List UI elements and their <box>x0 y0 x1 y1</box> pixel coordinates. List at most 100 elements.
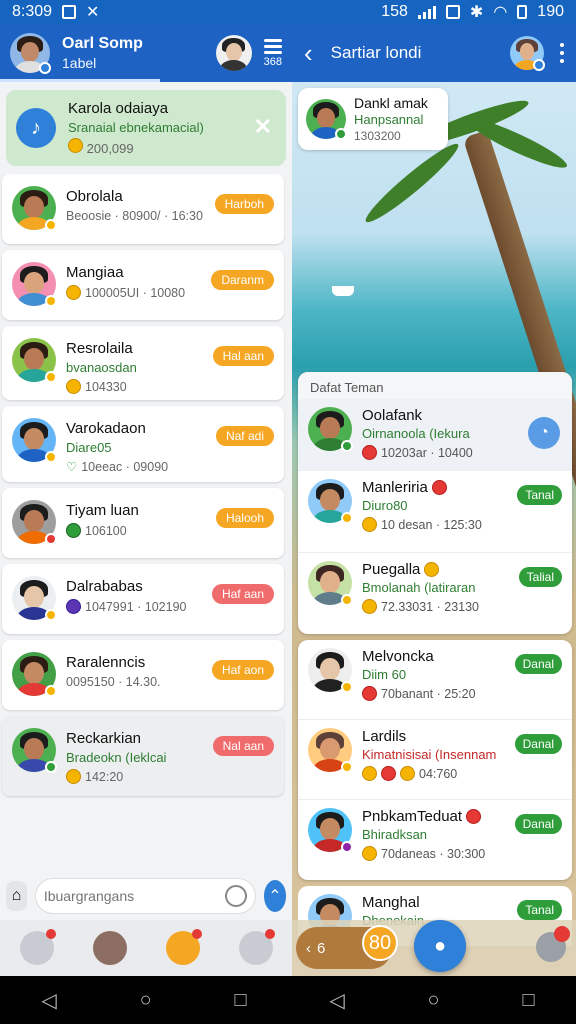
more-options-icon[interactable] <box>560 43 564 63</box>
back-pill-button[interactable]: ‹ 6 80 <box>296 925 398 969</box>
profile-fab-button[interactable]: ● <box>414 920 466 972</box>
chat-row[interactable]: Obrolala Beoosie · 80900/ · 16:30 Harboh <box>2 174 284 244</box>
chat-meta: 10eeac · 09090 <box>81 459 169 474</box>
search-input[interactable] <box>34 878 256 914</box>
friend-row[interactable]: Manleriria Diuro80 10 desan · 125:30 Tanal <box>298 471 572 553</box>
menu-icon <box>264 38 282 54</box>
friend-row[interactable]: PnbkamTeduat Bhiradksan 70daneas · 30:300 … <box>298 800 572 880</box>
chat-meta: Beoosie · 80900/ · 16:30 <box>66 209 203 223</box>
friend-meta: 04:760 <box>419 766 458 781</box>
friend-name: Puegalla <box>362 561 421 578</box>
status-badge: Halooh <box>215 508 274 528</box>
status-badge: Talial <box>518 567 562 587</box>
left-header: Oarl Somp 1abel 368 <box>0 24 292 82</box>
home-nav-icon[interactable]: ○ <box>140 989 152 1012</box>
camera-icon[interactable] <box>224 885 247 907</box>
back-nav-icon-2[interactable]: ◁ <box>329 988 344 1013</box>
highlight-sub: Sranaial ebnekamacial) <box>68 120 204 135</box>
status-badge: Haf aan <box>211 584 274 604</box>
chat-row[interactable]: Raralenncis 0095150 · 14.30. Haf aon <box>2 640 284 710</box>
contacts-icon[interactable] <box>536 926 570 962</box>
friend-row[interactable]: Lardils Kimatnisisai (Insennam 04:760 Dana… <box>298 720 572 800</box>
pinned-sub: Hanpsannal <box>354 112 424 127</box>
status-badge: Haf aon <box>211 660 274 680</box>
count-badge: 80 <box>362 925 398 961</box>
chevron-left-icon: ‹ <box>306 939 311 957</box>
status-time-secondary: 158 <box>381 3 408 20</box>
notifications-icon[interactable] <box>19 929 56 965</box>
close-icon[interactable]: ✕ <box>254 114 272 140</box>
status-badge: Danal <box>514 814 562 834</box>
chat-row[interactable]: Reckarkian Bradeokn (Ieklcai 142:20 Nal aa… <box>2 716 284 796</box>
nav-avatar[interactable] <box>92 931 127 965</box>
menu-button[interactable]: 368 <box>264 38 282 68</box>
contact-avatar[interactable] <box>215 35 252 71</box>
conversation-title: Sartiar londi <box>330 43 422 62</box>
status-badge: Tanal <box>517 485 562 505</box>
status-battery-text: 190 <box>537 3 564 20</box>
highlight-meta: 200,099 <box>86 141 134 156</box>
chat-row[interactable]: Resrolaila bvanaosdan 104330 Hal aan <box>2 326 284 400</box>
battery-icon <box>517 5 528 19</box>
friend-row[interactable]: Oolafank Oirnanoola (Iekura 10203ar · 1040… <box>298 399 572 471</box>
signal-icon <box>417 5 436 19</box>
composer-bar: ⌂ ⌃ <box>0 872 292 920</box>
friend-name: Manleriria <box>362 479 428 496</box>
friend-meta: 70banant · 25:20 <box>381 686 476 701</box>
friends-list-title: Dafat Teman <box>298 372 572 399</box>
chat-row[interactable]: Varokadaon Diare05 ♡ 10eeac · 09090 Naf adi <box>2 406 284 482</box>
status-badge: Daranm <box>211 270 274 290</box>
friends-list-secondary: Melvoncka Diim 60 70banant · 25:20 Danal L… <box>298 640 572 880</box>
status-badge: Danal <box>514 734 562 754</box>
status-time: 8:309 <box>12 3 53 20</box>
person-icon: ● <box>433 934 447 957</box>
system-navigation-bar: ◁ ○ □ ◁ ○ □ <box>0 976 576 1024</box>
message-input[interactable] <box>43 888 225 904</box>
friend-row[interactable]: Melvoncka Diim 60 70banant · 25:20 Danal <box>298 640 572 720</box>
friend-meta: 72.33031 · 23130 <box>381 599 480 614</box>
home-icon[interactable]: ⌂ <box>6 881 27 911</box>
friend-meta: 10 desan · 125:30 <box>381 517 482 532</box>
chat-row[interactable]: Mangiaa 100005UI · 10080 Daranm <box>2 250 284 320</box>
chat-bubble-icon[interactable]: ◔ <box>528 417 560 449</box>
conversation-avatar[interactable] <box>510 36 545 71</box>
chat-list-pane: Oarl Somp 1abel 368 ♪ Karola odaiaya Sra… <box>0 24 292 976</box>
status-badge: Harboh <box>214 194 274 214</box>
friend-meta: 70daneas · 30:300 <box>381 846 486 861</box>
emoji-icon <box>68 138 83 153</box>
status-badge: Naf adi <box>215 426 274 446</box>
chat-meta: 100005UI · 10080 <box>85 285 186 300</box>
friend-row[interactable]: Puegalla Bmolanah (latiraran 72.33031 · 23… <box>298 553 572 634</box>
wifi-icon: ◠ <box>493 4 508 21</box>
back-arrow-icon[interactable]: ‹ <box>304 38 313 69</box>
nav-avatar-active[interactable] <box>165 929 202 965</box>
right-header: ‹ Sartiar londi <box>292 24 576 82</box>
status-badge: Nal aan <box>212 736 274 756</box>
status-badge: Hal aan <box>212 346 274 366</box>
status-badge: Danal <box>514 654 562 674</box>
status-dot <box>39 62 51 74</box>
chat-row[interactable]: Tiyam luan 106100 Halooh <box>2 488 284 558</box>
chat-meta: 1047991 · 102190 <box>85 599 187 614</box>
settings-icon[interactable] <box>238 929 275 965</box>
profile-avatar[interactable] <box>10 33 51 74</box>
status-bar: 8:309 ✕ 158 ✱ ◠ 190 <box>0 0 576 24</box>
account-label: 1abel <box>62 55 97 71</box>
palm-frond <box>360 137 464 229</box>
chat-meta: 106100 <box>85 523 127 538</box>
home-nav-icon-2[interactable]: ○ <box>428 989 440 1012</box>
recents-nav-icon[interactable]: □ <box>234 989 246 1012</box>
status-badge: Tanal <box>517 900 562 920</box>
heart-icon: ♡ <box>66 460 78 474</box>
recents-nav-icon-2[interactable]: □ <box>522 989 534 1012</box>
missed-call-icon: ✕ <box>86 4 100 21</box>
highlight-card[interactable]: ♪ Karola odaiaya Sranaial ebnekamacial) … <box>6 90 286 166</box>
back-pill-text: 6 <box>317 939 326 957</box>
friend-name: PnbkamTeduat <box>362 808 463 825</box>
broadcast-icon: ♪ <box>16 108 56 148</box>
pinned-contact-card[interactable]: Dankl amak Hanpsannal 1303200 <box>298 88 448 150</box>
notification-icon <box>62 5 77 19</box>
chat-row[interactable]: Dalrababas 1047991 · 102190 Haf aan <box>2 564 284 634</box>
back-nav-icon[interactable]: ◁ <box>41 988 56 1013</box>
scroll-up-button[interactable]: ⌃ <box>263 880 286 912</box>
